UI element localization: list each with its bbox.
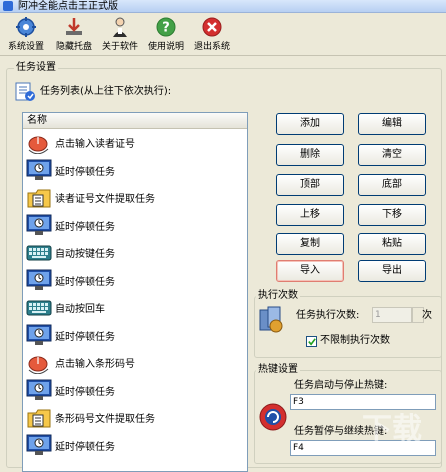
list-item-label: 点击输入条形码号 [55,359,135,371]
help-button[interactable]: ? 使用说明 [144,16,188,56]
about-button[interactable]: 关于软件 [98,16,142,56]
delay-icon [26,434,52,456]
list-item-label: 点击输入读者证号 [55,139,135,151]
file-extract-icon [26,407,52,429]
list-item[interactable]: 自动按键任务 [23,239,247,267]
list-item-label: 延时停顿任务 [55,441,115,453]
move-top-button[interactable]: 顶部 [276,174,344,196]
task-list-icon [15,82,35,101]
list-item[interactable]: 延时停顿任务 [23,212,247,240]
exit-label: 退出系统 [193,42,230,52]
list-item-label: 自动按键任务 [55,249,115,261]
mouse-click-icon [26,352,52,374]
list-item[interactable]: 延时停顿任务 [23,377,247,405]
move-bottom-button[interactable]: 底部 [358,174,426,196]
delay-icon [26,324,52,346]
list-item[interactable]: 延时停顿任务 [23,267,247,295]
keyboard-icon [26,297,52,319]
system-settings-button[interactable]: 系统设置 [4,16,48,56]
export-button[interactable]: 导出 [358,260,426,282]
delay-icon [26,214,52,236]
add-button[interactable]: 添加 [276,113,344,135]
window-title: 阿冲全能点击王正式版 [18,1,118,12]
list-item[interactable]: 点击输入条形码号 [23,349,247,377]
help-icon: ? [156,17,176,37]
hotkey-icon [259,403,287,431]
exec-count-title: 执行次数 [256,290,300,302]
start-stop-hotkey-label: 任务启动与停止热键: [294,380,388,391]
copy-button[interactable]: 复制 [276,233,344,255]
exit-button[interactable]: 退出系统 [190,16,234,56]
list-item[interactable]: 延时停顿任务 [23,322,247,350]
list-item-label: 自动按回车 [55,304,105,316]
system-settings-label: 系统设置 [7,42,44,52]
hide-tray-icon [66,18,82,35]
unlimited-checkbox[interactable] [306,336,317,347]
exec-count-unit: 次 [422,310,432,321]
list-item[interactable]: 延时停顿任务 [23,157,247,185]
file-extract-icon [26,187,52,209]
exec-count-label: 任务执行次数: [296,310,360,321]
delete-button[interactable]: 删除 [276,144,344,166]
delay-icon [26,379,52,401]
list-item-label: 条形码号文件提取任务 [55,414,155,426]
exit-icon [202,17,222,37]
hide-tray-button[interactable]: 隐藏托盘 [52,16,96,56]
delay-icon [26,269,52,291]
column-header-name[interactable]: 名称 [23,113,247,129]
svg-text:?: ? [162,21,170,36]
list-item[interactable]: 条形码号文件提取任务 [23,404,247,432]
list-item[interactable]: 延时停顿任务 [23,432,247,460]
list-item[interactable]: 点击输入读者证号 [23,129,247,157]
toolbar: 系统设置 隐藏托盘 关于软件 ? 使用说明 退出系统 [0,14,446,56]
task-list-title: 任务列表(从上往下依次执行): [40,86,172,97]
move-down-button[interactable]: 下移 [358,204,426,226]
check-icon [308,338,316,346]
unlimited-label: 不限制执行次数 [320,335,390,346]
about-label: 关于软件 [101,42,138,52]
delay-icon [26,159,52,181]
title-bar: 阿冲全能点击王正式版 [0,0,446,13]
system-settings-icon [16,17,36,37]
list-item-label: 延时停顿任务 [55,386,115,398]
task-list[interactable]: 名称 点击输入读者证号 延时停顿任务 读者证号文件提取任务 延时停顿任务 自动按键任务延… [22,112,248,472]
about-icon [113,17,127,37]
list-item-label: 读者证号文件提取任务 [55,194,155,206]
move-up-button[interactable]: 上移 [276,204,344,226]
list-item-label: 延时停顿任务 [55,331,115,343]
clear-button[interactable]: 清空 [358,144,426,166]
import-button[interactable]: 导入 [276,260,344,282]
paste-button[interactable]: 粘贴 [358,233,426,255]
keyboard-icon [26,242,52,264]
exec-count-icon [259,306,283,333]
mouse-click-icon [26,132,52,154]
exec-count-input[interactable]: 1 [372,307,412,323]
hide-tray-label: 隐藏托盘 [55,42,92,52]
list-item-label: 延时停顿任务 [55,276,115,288]
help-label: 使用说明 [147,42,184,52]
list-item[interactable]: 自动按回车 [23,294,247,322]
watermark-logo: 下载 [362,412,422,447]
list-item[interactable]: 读者证号文件提取任务 [23,184,247,212]
list-item-label: 延时停顿任务 [55,221,115,233]
list-item-label: 延时停顿任务 [55,166,115,178]
app-icon [3,1,13,11]
task-settings-title: 任务设置 [14,62,58,74]
hotkey-title: 热键设置 [256,364,300,376]
edit-button[interactable]: 编辑 [358,113,426,135]
